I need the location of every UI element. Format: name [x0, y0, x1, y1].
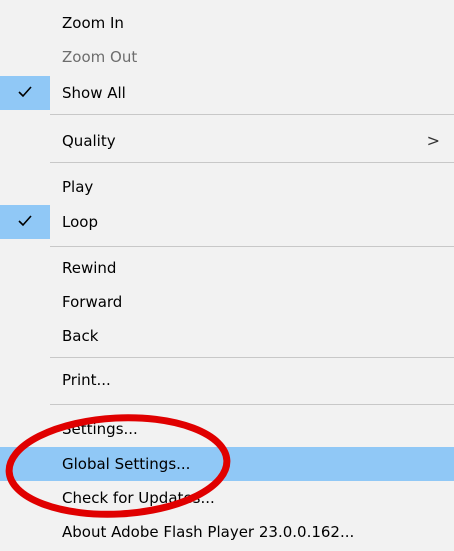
menu-item-label: Print...	[62, 371, 111, 389]
menu-separator	[50, 357, 454, 358]
menu-item-rewind[interactable]: Rewind	[0, 251, 454, 285]
checkmark-icon	[18, 86, 32, 98]
menu-item-back[interactable]: Back	[0, 319, 454, 353]
menu-separator	[50, 162, 454, 163]
menu-item-label: Zoom In	[62, 14, 124, 32]
menu-item-quality[interactable]: Quality >	[0, 124, 454, 158]
menu-item-label: Loop	[62, 213, 98, 231]
menu-item-global-settings[interactable]: Global Settings...	[0, 447, 454, 481]
menu-item-zoom-in[interactable]: Zoom In	[0, 6, 454, 40]
menu-item-label: Back	[62, 327, 99, 345]
menu-item-play[interactable]: Play	[0, 170, 454, 204]
menu-item-show-all[interactable]: Show All	[0, 76, 454, 110]
menu-item-label: Show All	[62, 84, 126, 102]
menu-item-label: Forward	[62, 293, 123, 311]
menu-item-check-for-updates[interactable]: Check for Updates...	[0, 481, 454, 515]
chevron-right-icon: >	[426, 131, 440, 150]
menu-item-label: Zoom Out	[62, 48, 138, 66]
check-gutter	[0, 76, 50, 110]
check-gutter	[0, 205, 50, 239]
menu-item-label: Check for Updates...	[62, 489, 215, 507]
checkmark-icon	[18, 215, 32, 227]
menu-item-label: Quality	[62, 132, 116, 150]
menu-item-label: Settings...	[62, 420, 138, 438]
menu-item-forward[interactable]: Forward	[0, 285, 454, 319]
menu-item-label: Play	[62, 178, 94, 196]
menu-item-about[interactable]: About Adobe Flash Player 23.0.0.162...	[0, 515, 454, 549]
menu-item-settings[interactable]: Settings...	[0, 412, 454, 446]
menu-item-zoom-out: Zoom Out	[0, 40, 454, 74]
context-menu: Zoom In Zoom Out Show All Quality > Play…	[0, 0, 454, 551]
menu-separator	[50, 246, 454, 247]
menu-separator	[50, 114, 454, 115]
menu-item-label: Global Settings...	[62, 455, 191, 473]
menu-item-print[interactable]: Print...	[0, 363, 454, 397]
menu-separator	[50, 404, 454, 405]
menu-item-label: About Adobe Flash Player 23.0.0.162...	[62, 523, 355, 541]
menu-item-loop[interactable]: Loop	[0, 205, 454, 239]
menu-item-label: Rewind	[62, 259, 117, 277]
